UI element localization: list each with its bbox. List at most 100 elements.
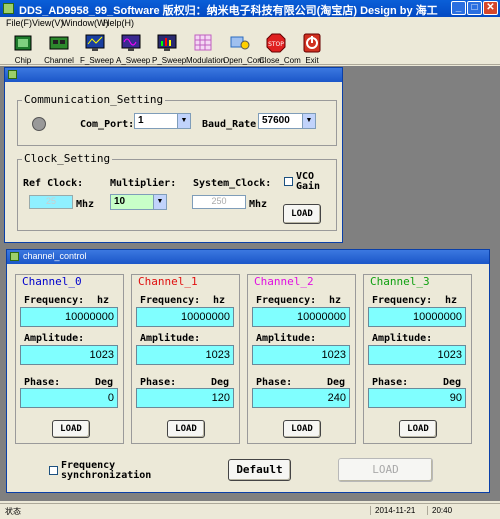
channel-2-frequency-unit: hz bbox=[329, 295, 342, 306]
stop-sign-icon: STOP bbox=[266, 33, 286, 53]
modulation-button-label: Modulation bbox=[186, 56, 226, 65]
ref-clock-input[interactable]: 25 bbox=[29, 195, 73, 209]
menu-bar: File(F) View(V) Window(W) Help(H) bbox=[0, 17, 500, 31]
open-com-button[interactable]: Open_Com bbox=[223, 33, 264, 65]
menu-help[interactable]: Help(H) bbox=[103, 18, 134, 28]
channel-0-title: Channel_0 bbox=[20, 275, 84, 288]
chevron-down-icon[interactable]: ▼ bbox=[177, 114, 190, 128]
modulation-button[interactable]: Modulation bbox=[186, 33, 226, 65]
channel-1-amplitude-input[interactable]: 1023 bbox=[136, 345, 234, 365]
multiplier-select[interactable]: 10 ▼ bbox=[110, 194, 167, 210]
channel-1-title: Channel_1 bbox=[136, 275, 200, 288]
toolbar: Chip Channel F_Sweep A_Sweep P_Sweep Mod… bbox=[0, 31, 500, 65]
menu-file[interactable]: File(F) bbox=[6, 18, 32, 28]
close-com-button[interactable]: STOP Close_Com bbox=[259, 33, 301, 65]
monitor-bars-icon bbox=[157, 34, 177, 51]
status-time: 20:40 bbox=[427, 506, 452, 515]
clock-title: Clock_Setting bbox=[22, 152, 113, 165]
channel-0-frequency-label: Frequency: bbox=[24, 295, 85, 306]
communication-title: Communication_Setting bbox=[22, 93, 166, 106]
connection-status-led bbox=[32, 117, 46, 131]
ref-clock-unit: Mhz bbox=[76, 199, 95, 210]
chip-button[interactable]: Chip bbox=[8, 33, 38, 65]
channel-button[interactable]: Channel bbox=[44, 33, 74, 65]
system-clock-input[interactable]: 250 bbox=[192, 195, 246, 209]
a-sweep-button-label: A_Sweep bbox=[116, 56, 151, 65]
channel-0-phase-unit: Deg bbox=[95, 377, 114, 388]
channel-1-frequency-input[interactable]: 10000000 bbox=[136, 307, 234, 327]
window-icon bbox=[8, 70, 17, 79]
status-bar: 状态 2014-11-21 20:40 bbox=[0, 503, 500, 519]
channel-3-title: Channel_3 bbox=[368, 275, 432, 288]
channel-1-load-button[interactable]: LOAD bbox=[167, 420, 205, 438]
load-all-button[interactable]: LOAD bbox=[338, 458, 433, 482]
channel-1-frequency-label: Frequency: bbox=[140, 295, 201, 306]
chevron-down-icon[interactable]: ▼ bbox=[302, 114, 315, 128]
channel-1-phase-unit: Deg bbox=[211, 377, 230, 388]
clock-load-button[interactable]: LOAD bbox=[283, 204, 321, 224]
chip-button-label: Chip bbox=[14, 56, 32, 65]
channel-0-amplitude-input[interactable]: 1023 bbox=[20, 345, 118, 365]
channel-0-phase-input[interactable]: 0 bbox=[20, 388, 118, 408]
channel-3-phase-label: Phase: bbox=[372, 377, 409, 388]
channel-0-frequency-input[interactable]: 10000000 bbox=[20, 307, 118, 327]
app-title: DDS_AD9958_99_Software 版权归：纳米电子科技有限公司(淘宝… bbox=[19, 5, 438, 17]
close-com-button-label: Close_Com bbox=[259, 56, 301, 65]
com-port-value: 1 bbox=[138, 115, 144, 126]
channel-3-phase-input[interactable]: 90 bbox=[368, 388, 466, 408]
channel-0-load-button[interactable]: LOAD bbox=[52, 420, 90, 438]
channel-2-load-button[interactable]: LOAD bbox=[283, 420, 321, 438]
maximize-button[interactable]: □ bbox=[467, 1, 482, 15]
channel-2-amplitude-input[interactable]: 1023 bbox=[252, 345, 350, 365]
settings-window-titlebar[interactable] bbox=[5, 68, 342, 82]
multiplier-value: 10 bbox=[114, 196, 126, 207]
system-clock-label: System_Clock: bbox=[193, 178, 272, 189]
channel-2-frequency-label: Frequency: bbox=[256, 295, 317, 306]
channel-3-amplitude-label: Amplitude: bbox=[372, 333, 433, 344]
channel-0-phase-label: Phase: bbox=[24, 377, 61, 388]
grid-chart-icon bbox=[194, 34, 212, 51]
channel-0-frequency-unit: hz bbox=[97, 295, 110, 306]
open-port-icon bbox=[230, 36, 250, 50]
channel-3-amplitude-input[interactable]: 1023 bbox=[368, 345, 466, 365]
frequency-sync-checkbox[interactable] bbox=[49, 466, 58, 475]
chevron-down-icon[interactable]: ▼ bbox=[153, 195, 166, 209]
com-port-label: Com_Port: bbox=[80, 119, 135, 130]
vco-gain-checkbox[interactable] bbox=[284, 177, 293, 186]
f-sweep-button-label: F_Sweep bbox=[80, 56, 114, 65]
channel-1-frequency-unit: hz bbox=[213, 295, 226, 306]
channel-2-amplitude-label: Amplitude: bbox=[256, 333, 317, 344]
exit-button[interactable]: Exit bbox=[298, 33, 326, 65]
open-com-button-label: Open_Com bbox=[223, 56, 264, 65]
p-sweep-button[interactable]: P_Sweep bbox=[152, 33, 186, 65]
chip-icon bbox=[14, 35, 32, 51]
channel-button-label: Channel bbox=[44, 56, 74, 65]
window-icon bbox=[10, 252, 19, 261]
channel-1-phase-input[interactable]: 120 bbox=[136, 388, 234, 408]
channel-2-phase-input[interactable]: 240 bbox=[252, 388, 350, 408]
baud-rate-select[interactable]: 57600 ▼ bbox=[258, 113, 316, 129]
channel-3-frequency-input[interactable]: 10000000 bbox=[368, 307, 466, 327]
close-button[interactable]: ✕ bbox=[483, 1, 498, 15]
default-button[interactable]: Default bbox=[228, 459, 291, 481]
ref-clock-label: Ref Clock: bbox=[23, 178, 84, 189]
channel-control-titlebar[interactable]: channel_control bbox=[7, 250, 489, 264]
channel-3-phase-unit: Deg bbox=[443, 377, 462, 388]
minimize-button[interactable]: _ bbox=[451, 1, 466, 15]
multiplier-label: Multiplier: bbox=[110, 178, 177, 189]
com-port-select[interactable]: 1 ▼ bbox=[134, 113, 191, 129]
menu-window[interactable]: Window(W) bbox=[62, 18, 109, 28]
f-sweep-button[interactable]: F_Sweep bbox=[80, 33, 114, 65]
channel-1-phase-label: Phase: bbox=[140, 377, 177, 388]
a-sweep-button[interactable]: A_Sweep bbox=[116, 33, 151, 65]
exit-button-label: Exit bbox=[305, 56, 319, 65]
channel-2-frequency-input[interactable]: 10000000 bbox=[252, 307, 350, 327]
channel-control-title: channel_control bbox=[23, 251, 87, 261]
channel-3-frequency-label: Frequency: bbox=[372, 295, 433, 306]
channel-0-amplitude-label: Amplitude: bbox=[24, 333, 85, 344]
channel-3-load-button[interactable]: LOAD bbox=[399, 420, 437, 438]
status-text: 状态 bbox=[5, 507, 21, 516]
channel-2-phase-label: Phase: bbox=[256, 377, 293, 388]
status-date: 2014-11-21 bbox=[370, 506, 415, 515]
menu-view[interactable]: View(V) bbox=[32, 18, 63, 28]
